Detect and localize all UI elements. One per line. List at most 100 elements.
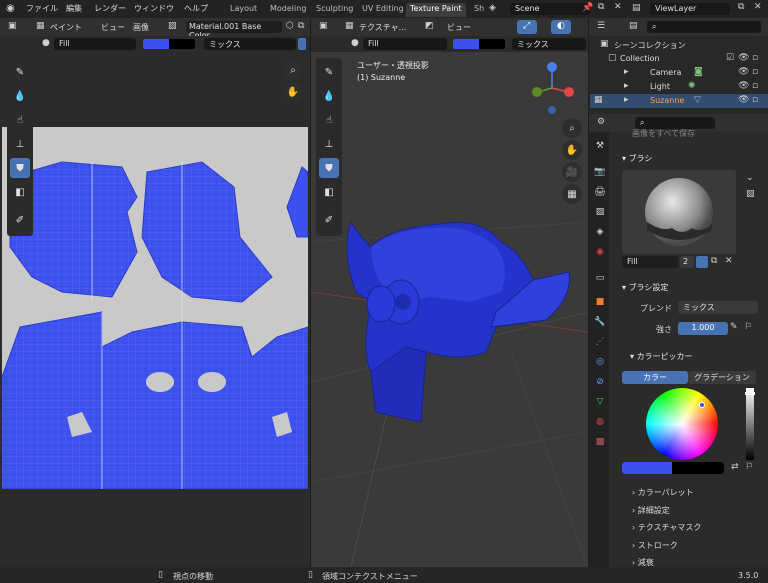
menu-render[interactable]: レンダー (94, 3, 126, 14)
paint-mode-menu[interactable]: ペイント (50, 22, 82, 33)
vp-draw-tool[interactable]: ✎ (319, 62, 339, 82)
new-scene-icon[interactable]: ⧉ (598, 3, 604, 12)
brush-copy-icon[interactable]: ⧉ (711, 257, 717, 266)
collection-camera-icon[interactable]: ▫ (752, 54, 758, 63)
color-wheel-cursor[interactable] (699, 402, 705, 408)
primary-color-swatch[interactable] (143, 39, 169, 49)
menu-window[interactable]: ウィンドウ (134, 3, 174, 14)
viewport-brush-name-field[interactable]: Fill (363, 38, 447, 50)
tab-uv-editing[interactable]: UV Editing (358, 3, 408, 17)
collection-checkbox[interactable]: ☑ (726, 54, 734, 63)
viewport-editor-type-icon[interactable]: ▣ (319, 22, 328, 31)
blend-dropdown[interactable]: ミックス (678, 301, 758, 314)
vp-smear-tool[interactable]: ☝ (319, 110, 339, 130)
properties-editor-icon[interactable]: ⚙ (597, 118, 605, 127)
secondary-color-swatch[interactable] (169, 39, 195, 49)
swap-colors-icon[interactable]: ⇄ (731, 463, 739, 472)
strength-slider[interactable]: 1.000 (678, 322, 728, 335)
subpanel-stroke[interactable]: › ストローク (632, 540, 678, 551)
material-tab-icon[interactable]: ◍ (594, 416, 606, 428)
value-slider-handle[interactable] (745, 392, 755, 395)
uv-image-canvas[interactable] (2, 127, 308, 489)
constraints-tab-icon[interactable]: ⊘ (594, 376, 606, 388)
subpanel-texture-mask[interactable]: › テクスチャマスク (632, 522, 701, 533)
tab-texture-paint[interactable]: Texture Paint (406, 3, 466, 17)
mesh-data-icon[interactable]: ▽ (694, 96, 701, 105)
smear-tool[interactable]: ☝ (10, 110, 30, 130)
subpanel-advanced[interactable]: › 詳細設定 (632, 505, 670, 516)
brush-unlink-icon[interactable]: ✕ (725, 257, 733, 266)
outliner-scene-collection[interactable]: ▣ シーンコレクション (590, 38, 768, 52)
color-tab[interactable]: カラー (622, 371, 688, 384)
mask-tool[interactable]: ◧ (10, 182, 30, 202)
delete-scene-icon[interactable]: ✕ (614, 3, 622, 12)
vp-zoom-button[interactable]: ⌕ (562, 118, 582, 138)
light-render-icon[interactable]: ▫ (752, 82, 758, 91)
light-data-icon[interactable]: ✺ (688, 82, 696, 91)
vp-annotate-tool[interactable]: ✐ (319, 210, 339, 230)
vp-ortho-button[interactable]: ▦ (562, 184, 582, 204)
viewport-secondary-color[interactable] (479, 39, 505, 49)
outliner-item-camera[interactable]: ▸ Camera ◙ 👁 ▫ (590, 66, 768, 80)
texture-mode-menu[interactable]: テクスチャ... (359, 22, 406, 33)
outliner-display-icon[interactable]: ▤ (629, 22, 638, 31)
scene-icon[interactable]: ◈ (489, 4, 496, 13)
object-tab-icon[interactable]: ■ (594, 296, 606, 308)
more-settings-button[interactable] (298, 38, 306, 50)
new-view-layer-icon[interactable]: ⧉ (738, 3, 744, 12)
soften-tool[interactable]: 💧 (10, 86, 30, 106)
viewport-blend-dropdown[interactable]: ミックス (512, 38, 586, 50)
vp-soften-tool[interactable]: 💧 (319, 86, 339, 106)
render-tab-icon[interactable]: 📷 (594, 166, 606, 178)
delete-view-layer-icon[interactable]: ✕ (754, 3, 762, 12)
save-all-hint[interactable]: 画像をすべて保存 (632, 128, 695, 139)
tool-tab-icon[interactable]: ⚒ (594, 140, 606, 152)
camera-data-icon[interactable]: ◙ (694, 68, 703, 77)
image-name-field[interactable]: Material.001 Base Color (186, 21, 282, 40)
image-browse-icon[interactable]: ▨ (168, 22, 177, 31)
blender-logo-icon[interactable]: ◉ (6, 4, 15, 14)
value-slider[interactable] (745, 388, 755, 460)
outliner-search-field[interactable]: ⌕ (647, 21, 761, 33)
menu-edit[interactable]: 編集 (66, 3, 82, 14)
view-menu[interactable]: ビュー (101, 22, 125, 33)
texture-tab-icon[interactable]: ▩ (594, 436, 606, 448)
unified-strength-icon[interactable]: ⚐ (744, 323, 752, 332)
output-tab-icon[interactable]: 🖨 (594, 186, 606, 198)
suzanne-render-icon[interactable]: ▫ (752, 96, 758, 105)
vp-clone-tool[interactable]: ⊥ (319, 134, 339, 154)
secondary-color-prop[interactable] (672, 462, 724, 474)
mask-mode-icon[interactable]: ◩ (425, 22, 434, 31)
camera-eye-icon[interactable]: 👁 (738, 68, 749, 77)
brush-settings-title[interactable]: ▾ ブラシ設定 (622, 282, 668, 293)
color-picker-title[interactable]: ▾ カラーピッカー (630, 351, 693, 362)
gradient-tab[interactable]: グラデーション (688, 371, 756, 384)
light-eye-icon[interactable]: 👁 (738, 82, 749, 91)
collection-tab-icon[interactable]: ▭ (594, 272, 606, 284)
unified-color-icon[interactable]: ⚐ (745, 463, 753, 472)
zoom-button[interactable]: ⌕ (283, 60, 303, 80)
scene-name-field[interactable]: Scene (510, 3, 590, 15)
tab-modeling[interactable]: Modeling (266, 3, 310, 17)
brush-panel-title[interactable]: ▾ ブラシ (622, 153, 652, 164)
new-image-icon[interactable]: ⧉ (298, 22, 304, 31)
y-axis-icon[interactable] (532, 87, 542, 97)
brush-name-field[interactable]: Fill (54, 38, 136, 50)
vp-mask-tool[interactable]: ◧ (319, 182, 339, 202)
brush-browse-icon[interactable]: ⌄ (746, 174, 754, 183)
scene-tab-icon[interactable]: ◈ (594, 226, 606, 238)
pressure-icon[interactable]: ✎ (730, 323, 738, 332)
tab-layout[interactable]: Layout (226, 3, 261, 17)
fake-user-icon[interactable]: ⬡ (286, 22, 294, 31)
brush-fake-user-button[interactable] (696, 256, 708, 268)
world-tab-icon[interactable]: ◉ (594, 246, 606, 258)
brush-preview[interactable] (622, 170, 736, 254)
clone-tool[interactable]: ⊥ (10, 134, 30, 154)
brush-image-icon[interactable]: ▨ (746, 190, 755, 199)
pan-button[interactable]: ✋ (283, 82, 303, 102)
brush-name-prop-field[interactable]: Fill (622, 256, 678, 268)
menu-help[interactable]: ヘルプ (184, 3, 208, 14)
pin-icon[interactable]: 📌 (582, 4, 593, 13)
menu-file[interactable]: ファイル (26, 3, 58, 14)
z-axis-icon[interactable] (547, 62, 557, 72)
